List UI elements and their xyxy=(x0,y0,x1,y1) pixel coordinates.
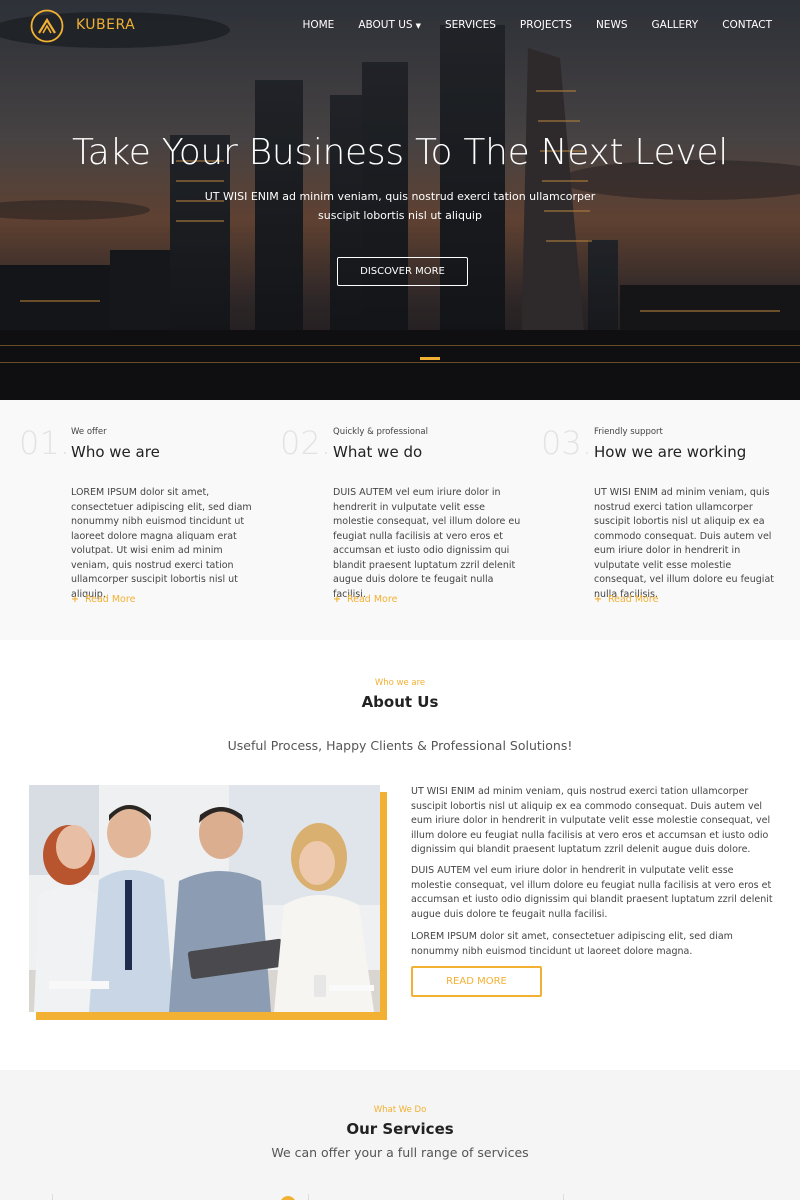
nav-item-news[interactable]: NEWS xyxy=(596,19,628,31)
plus-icon: + xyxy=(594,594,602,605)
feature-number: 02. xyxy=(280,424,331,462)
services-section: What We Do Our Services We can offer you… xyxy=(0,1070,800,1200)
feature-title: What we do xyxy=(333,443,423,461)
feature-text: UT WISI ENIM ad minim veniam, quis nostr… xyxy=(594,487,774,600)
feature-number: 03. xyxy=(541,424,592,462)
read-more-link[interactable]: + Read More xyxy=(71,594,135,605)
feature-card: 03. Friendly support How we are working … xyxy=(523,400,800,640)
read-more-label: Read More xyxy=(607,594,659,605)
discover-more-button[interactable]: DISCOVER MORE xyxy=(337,257,468,286)
read-more-label: Read More xyxy=(84,594,136,605)
feature-text: LOREM IPSUM dolor sit amet, consectetuer… xyxy=(71,487,252,600)
service-icon xyxy=(280,1196,296,1200)
about-paragraph: UT WISI ENIM ad minim veniam, quis nostr… xyxy=(411,786,771,855)
divider xyxy=(52,1194,53,1200)
plus-icon: + xyxy=(71,594,79,605)
read-more-link[interactable]: + Read More xyxy=(333,594,397,605)
feature-card: 01. We offer Who we are LOREM IPSUM dolo… xyxy=(0,400,262,640)
feature-text: DUIS AUTEM vel eum iriure dolor in hendr… xyxy=(333,487,521,600)
divider xyxy=(563,1194,564,1200)
plus-icon: + xyxy=(333,594,341,605)
services-kicker: What We Do xyxy=(373,1105,427,1115)
features-section: 01. We offer Who we are LOREM IPSUM dolo… xyxy=(0,400,800,640)
caret-down-icon: ▼ xyxy=(415,22,421,30)
brand-name[interactable]: KUBERA xyxy=(76,17,135,33)
top-navigation-bar: KUBERA HOME ABOUT US ▼ SERVICES PROJECTS … xyxy=(0,0,800,52)
hero-subtitle: UT WISI ENIM ad minim veniam, quis nostr… xyxy=(204,190,596,222)
nav-item-about-us[interactable]: ABOUT US ▼ xyxy=(358,19,421,31)
nav-item-home[interactable]: HOME xyxy=(302,19,334,31)
hero-title: Take Your Business To The Next Level xyxy=(72,132,728,173)
services-subtitle: We can offer your a full range of servic… xyxy=(271,1145,529,1160)
slider-indicator[interactable] xyxy=(420,357,440,360)
about-paragraph: LOREM IPSUM dolor sit amet, consectetuer… xyxy=(411,931,733,957)
feature-title: Who we are xyxy=(71,443,160,461)
about-tagline: Useful Process, Happy Clients & Professi… xyxy=(227,738,573,753)
feature-title: How we are working xyxy=(594,443,747,461)
feature-kicker: Friendly support xyxy=(594,427,663,437)
divider xyxy=(308,1194,309,1200)
nav-item-contact[interactable]: CONTACT xyxy=(722,19,772,31)
read-more-label: Read More xyxy=(346,594,398,605)
feature-card: 02. Quickly & professional What we do DU… xyxy=(262,400,524,640)
about-title: About Us xyxy=(361,693,439,711)
hero-section: KUBERA HOME ABOUT US ▼ SERVICES PROJECTS … xyxy=(0,0,800,400)
feature-kicker: We offer xyxy=(71,427,107,437)
team-meeting-photo xyxy=(29,785,380,1012)
feature-number: 01. xyxy=(19,424,70,462)
kubera-logo-icon[interactable] xyxy=(30,9,64,43)
nav-item-projects[interactable]: PROJECTS xyxy=(520,19,572,31)
nav-item-gallery[interactable]: GALLERY xyxy=(652,19,699,31)
main-nav: HOME ABOUT US ▼ SERVICES PROJECTS NEWS GA… xyxy=(278,19,772,31)
about-kicker: Who we are xyxy=(374,678,426,688)
read-more-link[interactable]: + Read More xyxy=(594,594,658,605)
read-more-button[interactable]: READ MORE xyxy=(411,966,542,997)
nav-item-services[interactable]: SERVICES xyxy=(445,19,496,31)
about-paragraph: DUIS AUTEM vel eum iriure dolor in hendr… xyxy=(411,865,773,920)
nav-item-about-us-label: ABOUT US xyxy=(358,19,413,31)
feature-kicker: Quickly & professional xyxy=(333,427,428,437)
services-title: Our Services xyxy=(346,1120,454,1138)
